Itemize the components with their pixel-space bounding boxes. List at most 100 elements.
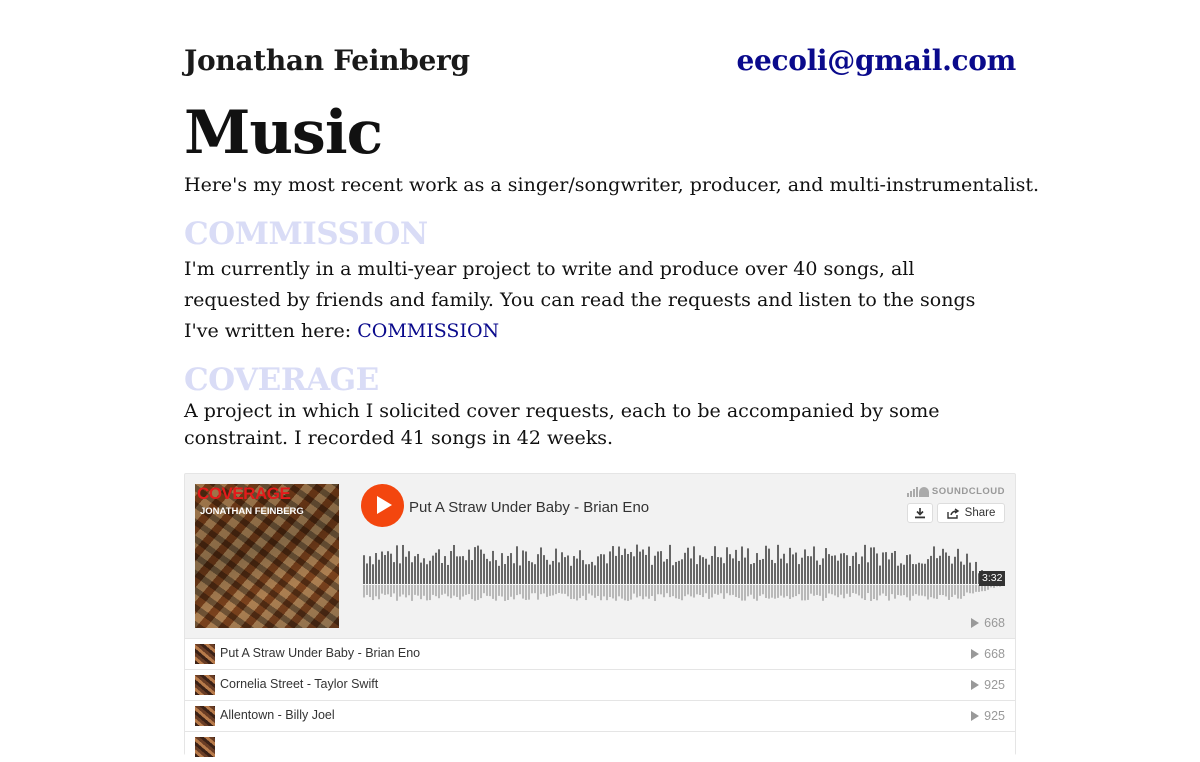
waveform-reflection — [840, 585, 842, 595]
waveform-bar — [426, 564, 428, 584]
commission-link[interactable]: COMMISSION — [357, 320, 499, 342]
waveform-reflection — [687, 585, 689, 595]
track-row[interactable]: Cornelia Street - Taylor Swift 925 — [185, 669, 1015, 700]
waveform-reflection — [474, 585, 476, 601]
waveform-bar — [540, 547, 542, 584]
waveform-bar — [591, 561, 593, 584]
waveform-bar — [825, 548, 827, 584]
waveform-bar — [387, 551, 389, 584]
waveform-reflection — [750, 585, 752, 595]
waveform-bar — [417, 553, 419, 584]
waveform-reflection — [549, 585, 551, 596]
waveform-reflection — [738, 585, 740, 599]
share-button[interactable]: Share — [937, 503, 1005, 523]
waveform-bar — [414, 556, 416, 584]
coverage-heading: COVERAGE — [184, 362, 379, 398]
waveform-reflection — [570, 585, 572, 600]
waveform-bar — [882, 552, 884, 584]
track-thumbnail — [195, 706, 215, 726]
waveform-reflection — [708, 585, 710, 599]
track-title[interactable]: Cornelia Street - Taylor Swift — [220, 677, 378, 691]
waveform-bar — [975, 561, 977, 584]
play-count: 668 — [971, 616, 1005, 630]
waveform-bar — [402, 544, 404, 584]
waveform-reflection — [975, 585, 977, 592]
waveform-reflection — [486, 585, 488, 596]
waveform-reflection — [408, 585, 410, 596]
waveform-reflection — [513, 585, 515, 600]
waveform-bar — [942, 548, 944, 584]
download-button[interactable] — [907, 503, 933, 523]
waveform-bar — [705, 558, 707, 584]
waveform-reflection — [522, 585, 524, 599]
waveform-reflection — [546, 585, 548, 597]
waveform-reflection — [627, 585, 629, 601]
waveform-bar — [906, 555, 908, 584]
waveform-reflection — [378, 585, 380, 600]
waveform-reflection — [468, 585, 470, 595]
waveform-reflection — [942, 585, 944, 596]
waveform-reflection — [699, 585, 701, 596]
waveform[interactable] — [361, 540, 1005, 606]
waveform-bar — [789, 547, 791, 584]
track-row[interactable]: Put A Straw Under Baby - Brian Eno 668 — [185, 638, 1015, 669]
waveform-reflection — [447, 585, 449, 597]
waveform-bar — [972, 570, 974, 584]
waveform-reflection — [759, 585, 761, 596]
waveform-reflection — [675, 585, 677, 599]
site-name[interactable]: Jonathan Feinberg — [184, 44, 470, 77]
waveform-bar — [759, 559, 761, 584]
waveform-reflection — [516, 585, 518, 596]
waveform-bar — [408, 551, 410, 584]
waveform-bar — [396, 545, 398, 584]
waveform-reflection — [531, 585, 533, 594]
play-count-value: 668 — [984, 616, 1005, 630]
album-artwork[interactable]: COVERAGE JONATHAN FEINBERG — [195, 484, 339, 628]
waveform-bar — [561, 552, 563, 584]
waveform-bar — [795, 552, 797, 584]
track-thumbnail — [195, 675, 215, 695]
waveform-reflection — [453, 585, 455, 596]
waveform-reflection — [483, 585, 485, 594]
waveform-bar — [567, 555, 569, 584]
track-row[interactable] — [185, 731, 1015, 762]
waveform-bar — [903, 564, 905, 584]
soundcloud-brand: SOUNDCLOUD — [931, 486, 1005, 497]
waveform-bar — [522, 550, 524, 584]
soundcloud-logo[interactable]: SOUNDCLOUD — [906, 486, 1005, 497]
waveform-bar — [891, 552, 893, 584]
waveform-reflection — [363, 585, 365, 598]
email-link[interactable]: eecoli@gmail.com — [736, 44, 1016, 77]
waveform-bar — [639, 551, 641, 584]
waveform-bar — [717, 557, 719, 584]
waveform-reflection — [384, 585, 386, 595]
track-row[interactable]: Allentown - Billy Joel 925 — [185, 700, 1015, 731]
waveform-reflection — [507, 585, 509, 600]
waveform-reflection — [978, 585, 980, 592]
waveform-bar — [747, 548, 749, 584]
commission-text: I'm currently in a multi-year project to… — [184, 254, 1016, 347]
waveform-bar — [549, 564, 551, 584]
waveform-bar — [768, 548, 770, 584]
waveform-reflection — [579, 585, 581, 599]
waveform-reflection — [930, 585, 932, 598]
current-track-title[interactable]: Put A Straw Under Baby - Brian Eno — [409, 499, 649, 516]
waveform-reflection — [723, 585, 725, 599]
waveform-bar — [534, 564, 536, 584]
track-plays: 925 — [971, 709, 1005, 723]
waveform-reflection — [756, 585, 758, 601]
waveform-reflection — [504, 585, 506, 601]
play-button[interactable] — [361, 484, 404, 527]
waveform-bar — [615, 555, 617, 584]
waveform-bar — [912, 564, 914, 584]
waveform-bar — [456, 556, 458, 584]
waveform-reflection — [849, 585, 851, 597]
track-title[interactable]: Allentown - Billy Joel — [220, 708, 335, 722]
waveform-bar — [480, 549, 482, 584]
track-list: Put A Straw Under Baby - Brian Eno 668 C… — [185, 638, 1015, 762]
waveform-reflection — [567, 585, 569, 597]
waveform-bar — [771, 559, 773, 584]
waveform-bar — [762, 558, 764, 584]
track-title[interactable]: Put A Straw Under Baby - Brian Eno — [220, 646, 420, 660]
waveform-bar — [720, 557, 722, 584]
